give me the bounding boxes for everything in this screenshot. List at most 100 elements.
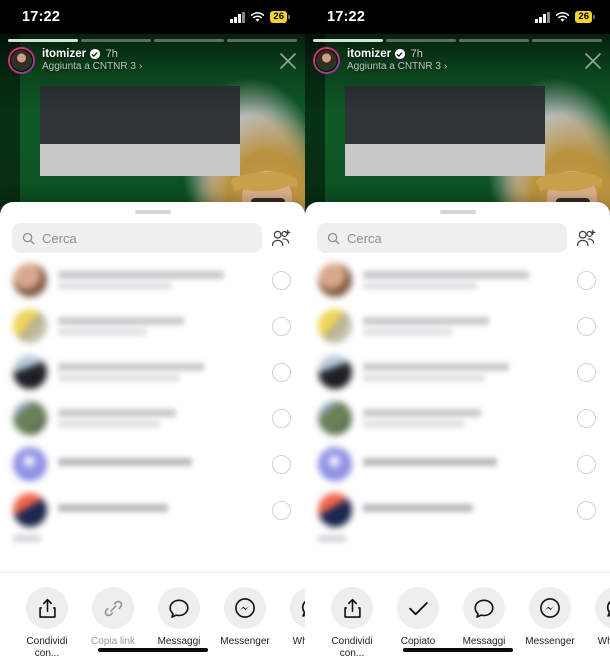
- share-action-messenger[interactable]: Messenger: [517, 587, 583, 648]
- share-action-condividi-con[interactable]: Condividi con...: [319, 587, 385, 660]
- contact-name: [363, 317, 566, 335]
- contact-list[interactable]: [305, 257, 610, 570]
- drag-handle[interactable]: [439, 210, 476, 214]
- list-item[interactable]: [0, 257, 305, 303]
- list-item[interactable]: [305, 257, 610, 303]
- contact-list[interactable]: [0, 257, 305, 570]
- share-action-copia-link[interactable]: Copia link: [80, 587, 146, 648]
- verified-badge-icon: [395, 49, 405, 59]
- messenger-icon: [529, 587, 571, 629]
- avatar: [318, 447, 352, 481]
- list-item[interactable]: [0, 441, 305, 487]
- list-item[interactable]: [305, 441, 610, 487]
- select-toggle[interactable]: [272, 454, 291, 474]
- contact-name: [58, 458, 261, 470]
- share-action-whatsapp[interactable]: Whats...: [278, 587, 305, 648]
- wifi-icon: [555, 11, 570, 23]
- story-username[interactable]: itomizer: [42, 48, 86, 60]
- add-people-icon[interactable]: [270, 227, 293, 250]
- story-subtitle[interactable]: Aggiunta a CNTNR 3 ›: [347, 61, 447, 72]
- list-item-partial: [13, 535, 41, 542]
- contact-name: [363, 458, 566, 470]
- share-action-messaggi[interactable]: Messaggi: [146, 587, 212, 648]
- contact-name: [58, 409, 261, 427]
- home-indicator: [97, 647, 208, 652]
- story-username[interactable]: itomizer: [347, 48, 391, 60]
- add-people-icon[interactable]: [575, 227, 598, 250]
- list-item[interactable]: [305, 303, 610, 349]
- select-toggle[interactable]: [577, 408, 596, 428]
- share-action-messenger[interactable]: Messenger: [212, 587, 278, 648]
- avatar[interactable]: [313, 47, 340, 74]
- list-item[interactable]: [305, 487, 610, 533]
- story-timestamp: 7h: [410, 48, 423, 60]
- select-toggle[interactable]: [272, 500, 291, 520]
- share-action-label: Whats...: [597, 636, 610, 647]
- phone-panel-after-copy: 17:22 26 itomizer 7h Aggiunta a CNTNR 3 …: [305, 0, 610, 660]
- messenger-icon: [224, 587, 266, 629]
- contact-name: [58, 504, 261, 516]
- share-sheet: Cerca: [0, 202, 305, 660]
- contact-name: [363, 271, 566, 289]
- share-action-messaggi[interactable]: Messaggi: [451, 587, 517, 648]
- share-action-whatsapp[interactable]: Whats...: [583, 587, 610, 648]
- story-subtitle-text: Aggiunta a CNTNR 3: [347, 61, 441, 72]
- share-action-label: Condividi con...: [331, 636, 373, 659]
- share-upload-icon: [331, 587, 373, 629]
- share-action-label: Whats...: [292, 636, 305, 647]
- status-bar-indicators: 26: [535, 10, 595, 24]
- avatar[interactable]: [8, 47, 35, 74]
- share-action-label: Condividi con...: [26, 636, 68, 659]
- drag-handle[interactable]: [134, 210, 171, 214]
- whatsapp-icon: [290, 587, 305, 629]
- wifi-icon: [250, 11, 265, 23]
- close-x-icon[interactable]: [277, 50, 299, 72]
- story-header: itomizer 7h Aggiunta a CNTNR 3 ›: [313, 47, 602, 74]
- contact-name: [58, 271, 261, 289]
- list-item[interactable]: [0, 349, 305, 395]
- story-backdrop: itomizer 7h Aggiunta a CNTNR 3 ›: [305, 34, 610, 214]
- search-placeholder: Cerca: [42, 230, 77, 246]
- avatar: [318, 263, 352, 297]
- select-toggle[interactable]: [272, 362, 291, 382]
- select-toggle[interactable]: [272, 270, 291, 290]
- avatar: [13, 401, 47, 435]
- select-toggle[interactable]: [272, 316, 291, 336]
- status-bar: 17:22 26: [305, 0, 610, 34]
- share-action-label: Copiato: [400, 636, 436, 647]
- verified-badge-icon: [90, 49, 100, 59]
- contact-name: [363, 504, 566, 516]
- list-item[interactable]: [0, 303, 305, 349]
- select-toggle[interactable]: [577, 270, 596, 290]
- share-action-copiato[interactable]: Copiato: [385, 587, 451, 648]
- close-x-icon[interactable]: [582, 50, 604, 72]
- share-sheet: Cerca: [305, 202, 610, 660]
- search-row: Cerca: [317, 223, 598, 253]
- status-bar: 17:22 26: [0, 0, 305, 34]
- select-toggle[interactable]: [577, 500, 596, 520]
- list-item[interactable]: [0, 487, 305, 533]
- list-item[interactable]: [0, 395, 305, 441]
- search-input[interactable]: Cerca: [12, 223, 262, 253]
- select-toggle[interactable]: [272, 408, 291, 428]
- story-subtitle[interactable]: Aggiunta a CNTNR 3 ›: [42, 61, 142, 72]
- list-item[interactable]: [305, 395, 610, 441]
- search-row: Cerca: [12, 223, 293, 253]
- avatar: [318, 309, 352, 343]
- avatar: [318, 355, 352, 389]
- select-toggle[interactable]: [577, 316, 596, 336]
- status-bar-indicators: 26: [230, 10, 290, 24]
- chevron-right-icon: ›: [443, 61, 448, 72]
- list-item[interactable]: [305, 349, 610, 395]
- phone-panel-before-copy: 17:22 26 itomizer 7h Aggiunta a CNTNR 3 …: [0, 0, 305, 660]
- messages-bubble-icon: [158, 587, 200, 629]
- share-action-label: Messaggi: [462, 636, 506, 647]
- story-progress-bars: [313, 39, 602, 42]
- story-author-line: itomizer 7h: [42, 48, 142, 60]
- chevron-right-icon: ›: [138, 61, 143, 72]
- search-input[interactable]: Cerca: [317, 223, 567, 253]
- select-toggle[interactable]: [577, 454, 596, 474]
- status-bar-time: 17:22: [327, 9, 366, 25]
- select-toggle[interactable]: [577, 362, 596, 382]
- share-action-condividi-con[interactable]: Condividi con...: [14, 587, 80, 660]
